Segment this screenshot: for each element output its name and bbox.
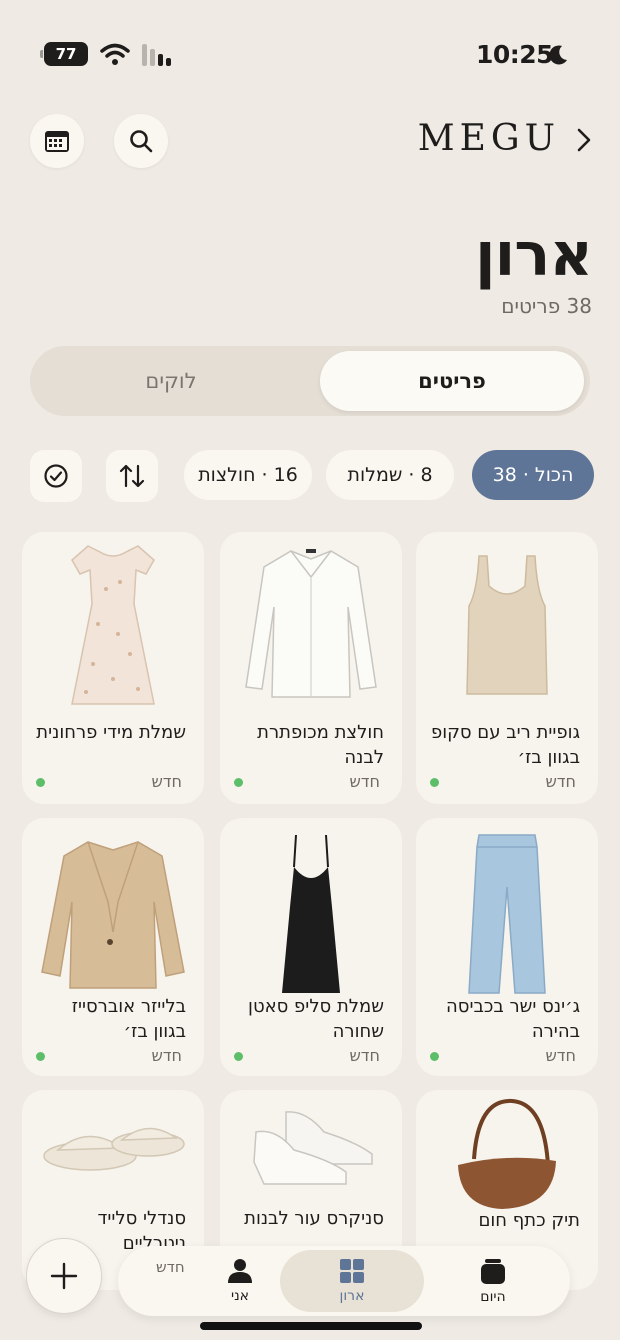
add-item-button[interactable] xyxy=(26,1238,102,1314)
new-indicator-dot xyxy=(234,1052,243,1061)
item-status: חדש xyxy=(349,1046,380,1065)
item-status: חדש xyxy=(151,1046,182,1065)
item-card[interactable]: בלייזר אוברסייז בגוון בז׳ חדש xyxy=(22,818,204,1076)
item-image xyxy=(22,822,204,1002)
chevron-right-icon[interactable] xyxy=(576,126,592,154)
shirt-icon xyxy=(245,549,377,698)
calendar-button[interactable] xyxy=(30,114,84,168)
plus-icon xyxy=(50,1262,78,1290)
floral-dress-icon xyxy=(71,545,155,705)
sneakers-icon xyxy=(253,1111,373,1185)
select-mode-button[interactable] xyxy=(30,450,82,502)
brand-logo[interactable]: MEGU xyxy=(418,118,560,159)
new-indicator-dot xyxy=(430,1052,439,1061)
item-name: ג׳ינס ישר בכביסה בהירה xyxy=(446,996,580,1042)
tank-top-icon xyxy=(466,555,548,695)
nav-today-label: היום xyxy=(480,1289,506,1305)
item-image xyxy=(416,1090,598,1220)
jeans-icon xyxy=(468,834,546,994)
item-status: חדש xyxy=(151,772,182,791)
item-image xyxy=(22,532,204,712)
item-status: חדש xyxy=(349,772,380,791)
blazer-icon xyxy=(41,841,185,989)
item-name: בלייזר אוברסייז בגוון בז׳ xyxy=(71,996,186,1042)
search-icon xyxy=(130,130,153,153)
item-image xyxy=(22,1090,204,1200)
item-name: תיק כתף חום xyxy=(478,1210,580,1231)
item-count: 38 פריטים xyxy=(501,294,592,318)
bottom-nav: חדש היום ארון אני xyxy=(118,1246,570,1316)
sort-arrows-icon xyxy=(119,464,145,488)
shoulder-bag-icon xyxy=(458,1098,556,1209)
item-image xyxy=(416,822,598,1002)
item-card[interactable]: שמלת מידי פרחונית חדש xyxy=(22,532,204,804)
battery-indicator: 77 xyxy=(40,42,88,66)
status-time: 10:25 xyxy=(476,40,554,69)
tab-looks[interactable]: לוקים xyxy=(36,351,306,411)
nav-me[interactable]: אני xyxy=(178,1246,302,1316)
slides-icon xyxy=(43,1127,185,1171)
slip-dress-icon xyxy=(282,834,340,993)
filter-chip-all[interactable]: הכול · 38 xyxy=(472,450,594,500)
new-indicator-dot xyxy=(234,778,243,787)
nav-closet-label: ארון xyxy=(339,1288,365,1304)
tab-items[interactable]: פריטים xyxy=(320,351,584,411)
today-icon xyxy=(481,1259,505,1284)
new-indicator-dot xyxy=(36,778,45,787)
filter-chip-dresses[interactable]: 8 · שמלות xyxy=(326,450,454,500)
new-indicator-dot xyxy=(430,778,439,787)
item-name: שמלת סליפ סאטן שחורה xyxy=(248,996,384,1042)
nav-me-label: אני xyxy=(230,1288,250,1304)
item-name: סניקרס עור לבנות xyxy=(244,1208,384,1229)
page-title: ארון xyxy=(475,220,593,290)
item-image xyxy=(220,532,402,712)
item-image xyxy=(220,822,402,1002)
home-indicator[interactable] xyxy=(200,1322,422,1330)
moon-icon xyxy=(549,45,567,65)
item-name: שמלת מידי פרחונית xyxy=(36,722,186,743)
item-name: חולצת מכופתרת לבנה xyxy=(257,722,384,768)
item-image xyxy=(416,532,598,712)
filter-chip-shirts[interactable]: 16 · חולצות xyxy=(184,450,312,500)
item-name: גופיית ריב עם סקופ בגוון בז׳ xyxy=(430,722,580,768)
view-segmented-control: פריטים לוקים xyxy=(30,346,590,416)
calendar-icon xyxy=(45,131,69,152)
wifi-icon xyxy=(100,43,130,65)
closet-grid-icon xyxy=(340,1259,364,1283)
item-card[interactable]: גופיית ריב עם סקופ בגוון בז׳ חדש xyxy=(416,532,598,804)
item-image xyxy=(220,1090,402,1204)
item-status: חדש xyxy=(545,772,576,791)
check-circle-icon xyxy=(44,464,68,488)
nav-today[interactable]: היום xyxy=(428,1246,558,1316)
item-card[interactable]: ג׳ינס ישר בכביסה בהירה חדש xyxy=(416,818,598,1076)
item-status: חדש xyxy=(545,1046,576,1065)
sort-button[interactable] xyxy=(106,450,158,502)
item-card[interactable]: חולצת מכופתרת לבנה חדש xyxy=(220,532,402,804)
new-indicator-dot xyxy=(36,1052,45,1061)
search-button[interactable] xyxy=(114,114,168,168)
item-card[interactable]: שמלת סליפ סאטן שחורה חדש xyxy=(220,818,402,1076)
cellular-signal-icon xyxy=(142,44,171,66)
person-icon xyxy=(228,1259,252,1283)
battery-level: 77 xyxy=(55,45,77,63)
